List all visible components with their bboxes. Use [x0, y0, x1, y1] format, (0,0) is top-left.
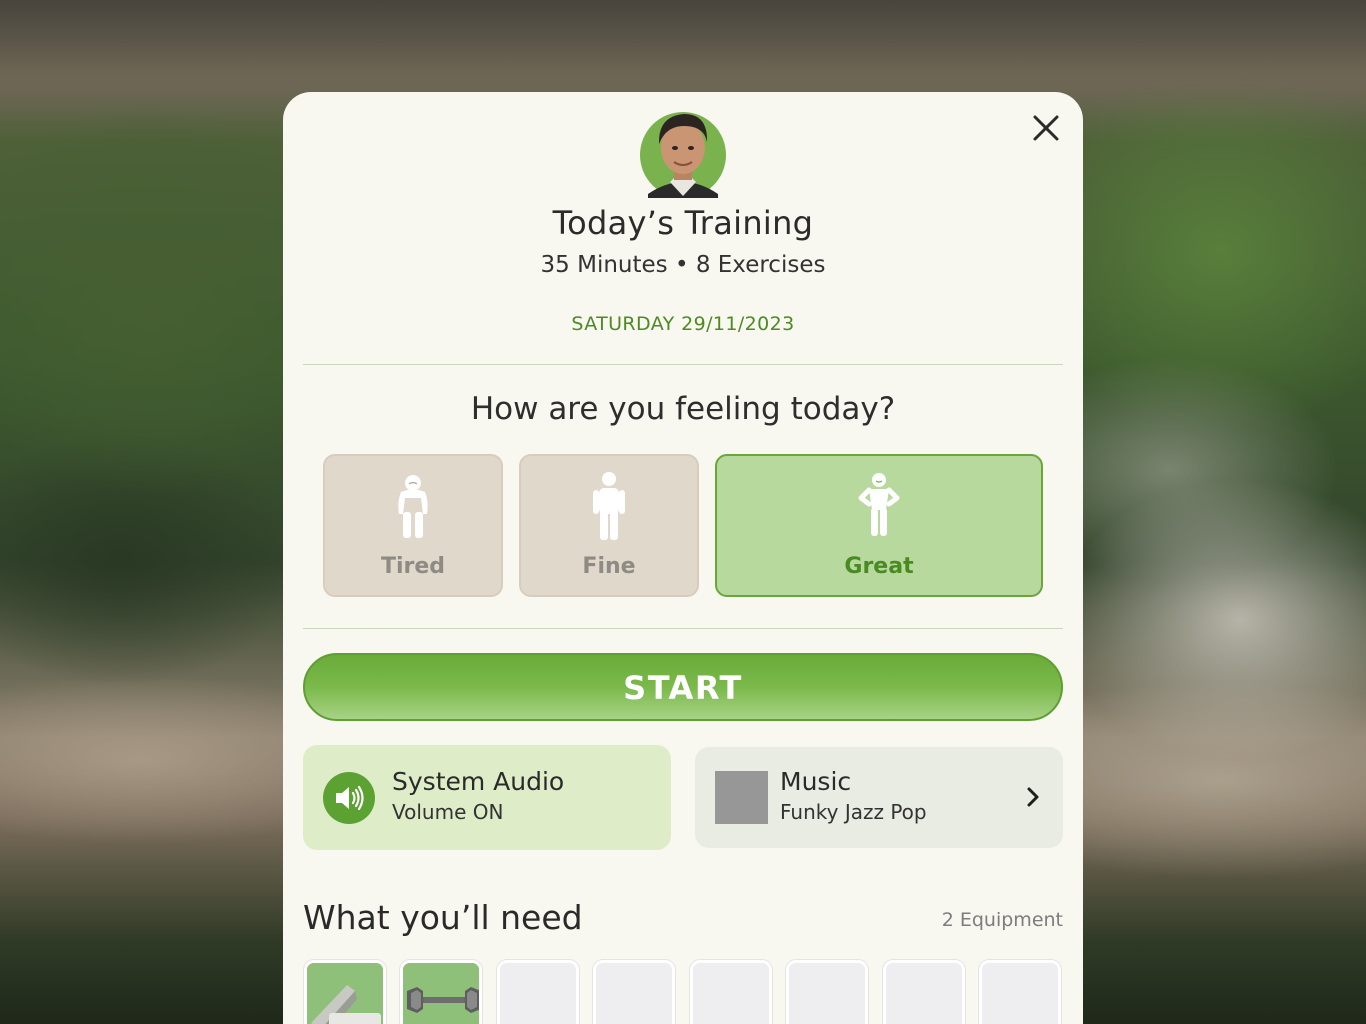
equipment-slot-empty: [883, 960, 965, 1024]
music-genre: Funky Jazz Pop: [780, 800, 927, 824]
close-icon[interactable]: [1028, 110, 1064, 146]
mood-option-tired[interactable]: Tired: [323, 454, 503, 597]
equipment-slot-empty: [979, 960, 1061, 1024]
equipment-count: 2 Equipment: [941, 909, 1063, 931]
divider: [303, 628, 1063, 629]
training-summary: 35 Minutes • 8 Exercises: [540, 252, 826, 278]
tired-person-icon: [398, 475, 428, 538]
dumbbell-icon: [403, 963, 479, 1024]
equipment-slot[interactable]: [400, 960, 482, 1024]
page-title: Today’s Training: [552, 204, 814, 242]
equipment-slot-empty: [690, 960, 772, 1024]
equipment-slot-empty: [593, 960, 675, 1024]
equipment-slot[interactable]: [304, 960, 386, 1024]
album-art: [715, 771, 768, 824]
chevron-right-icon[interactable]: [1025, 785, 1041, 809]
start-button[interactable]: START: [303, 653, 1063, 721]
mood-label-tired: Tired: [380, 554, 446, 579]
start-button-label: START: [623, 669, 743, 707]
equipment-slot-empty: [786, 960, 868, 1024]
mood-label-fine: Fine: [582, 554, 636, 579]
equipment-slot-empty: [497, 960, 579, 1024]
audio-status: Volume ON: [392, 800, 504, 824]
music-card[interactable]: Music Funky Jazz Pop: [695, 747, 1063, 848]
mood-option-great[interactable]: Great: [715, 454, 1043, 597]
audio-title: System Audio: [392, 767, 565, 796]
avatar: [640, 112, 726, 198]
system-audio-card[interactable]: System Audio Volume ON: [303, 745, 671, 850]
mood-question: How are you feeling today?: [470, 391, 896, 427]
mood-label-great: Great: [844, 554, 914, 579]
training-date: SATURDAY 29/11/2023: [571, 313, 795, 335]
divider: [303, 364, 1063, 365]
equipment-heading: What you’ll need: [303, 898, 583, 937]
standing-person-icon: [593, 472, 625, 540]
yoga-mat-icon: [307, 963, 383, 1024]
speaker-icon: [323, 772, 375, 824]
confident-person-icon: [858, 473, 900, 536]
music-title: Music: [780, 767, 852, 796]
mood-option-fine[interactable]: Fine: [519, 454, 699, 597]
